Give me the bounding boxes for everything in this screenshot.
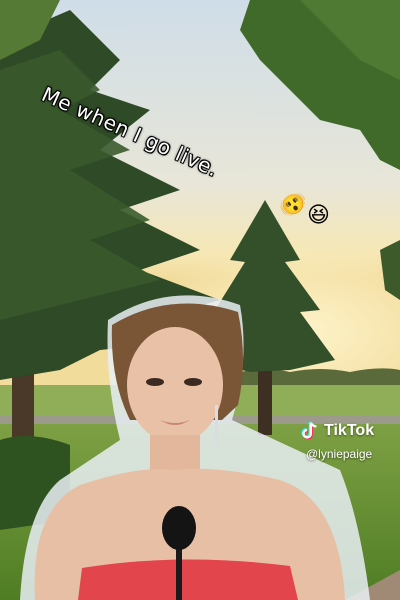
- shaking-face-emoji-icon: 🫨: [279, 193, 307, 218]
- tiktok-brand-label: TikTok: [324, 422, 375, 439]
- tiktok-logo-icon: [301, 421, 317, 440]
- creator-handle: @lyniepaige: [306, 447, 373, 461]
- tiktok-watermark: TikTok: [298, 420, 374, 442]
- laughing-emoji-icon: 😆: [307, 203, 330, 228]
- video-frame: Me when I go live. 🫨 😆 TikTok @lyniepaig…: [0, 0, 400, 600]
